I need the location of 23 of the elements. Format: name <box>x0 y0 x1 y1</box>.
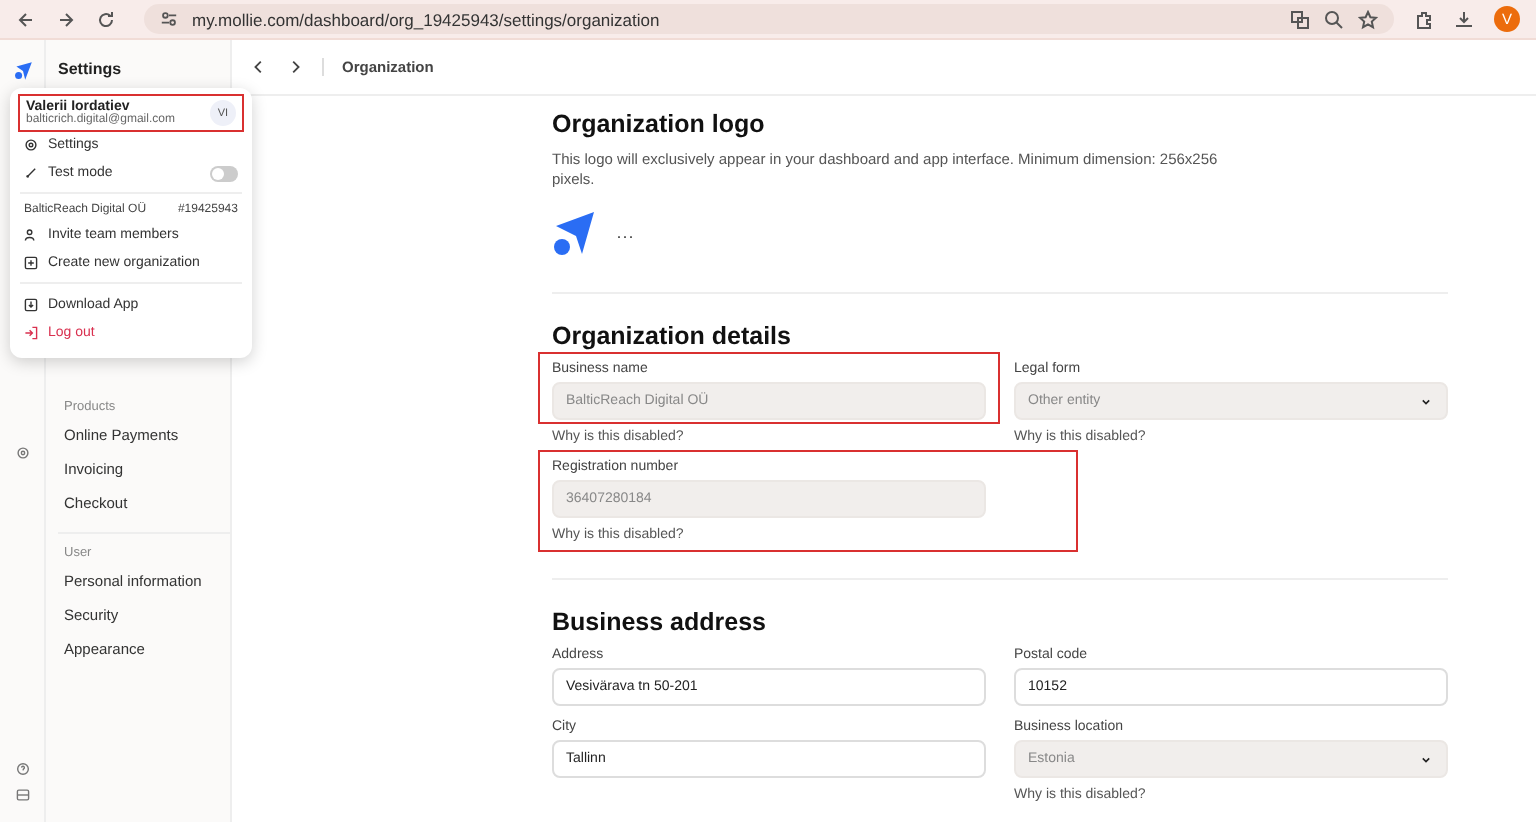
section-title: Business address <box>552 608 768 636</box>
more-button[interactable]: ··· <box>616 226 634 258</box>
download-icon <box>24 297 38 311</box>
reload-icon <box>96 9 116 29</box>
section-title: Organization logo <box>552 110 767 138</box>
app-logo-icon[interactable] <box>11 60 33 82</box>
forward-icon <box>56 9 76 29</box>
panel-icon <box>15 788 29 802</box>
sidebar-title: Settings <box>58 60 124 78</box>
back-icon <box>16 9 36 29</box>
extension-icon <box>1414 9 1434 29</box>
star-icon <box>1358 9 1378 29</box>
people-icon <box>24 227 38 241</box>
translate-icon <box>1290 9 1310 29</box>
download-icon <box>1454 9 1474 29</box>
logo-icon <box>552 210 596 258</box>
site-info-icon <box>160 10 178 28</box>
zoom-icon <box>1324 9 1344 29</box>
section-title: Organization details <box>552 322 793 350</box>
logout-icon <box>24 325 38 339</box>
test-mode-toggle[interactable] <box>210 165 238 181</box>
plus-square-icon <box>24 255 38 269</box>
help-icon <box>15 762 29 776</box>
